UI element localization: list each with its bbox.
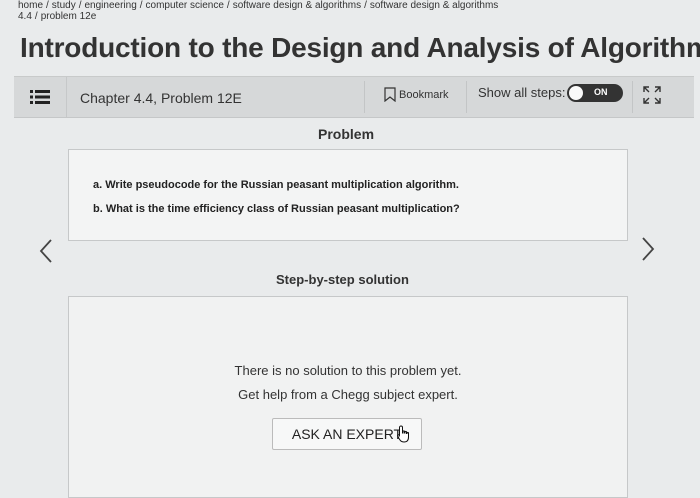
- breadcrumb-sub: 4.4/problem 12e: [18, 11, 97, 22]
- chapter-label: Chapter 4.4, Problem 12E: [80, 90, 242, 106]
- hand-cursor-icon: [397, 425, 409, 443]
- solution-heading: Step-by-step solution: [276, 272, 409, 287]
- problem-line-a: a. Write pseudocode for the Russian peas…: [93, 179, 459, 191]
- page-title: Introduction to the Design and Analysis …: [20, 32, 700, 63]
- solution-box: There is no solution to this problem yet…: [68, 296, 628, 498]
- expert-help-message: Get help from a Chegg subject expert.: [238, 387, 458, 402]
- breadcrumb-problem: problem 12e: [40, 11, 97, 22]
- bookmark-icon: [384, 87, 396, 103]
- breadcrumb: home / study / engineering / computer science /…: [18, 0, 498, 22]
- breadcrumb-software-design[interactable]: software design & algorithms: [233, 0, 361, 11]
- toolbar-divider: [632, 81, 633, 113]
- toolbar: Chapter 4.4, Problem 12E Bookmark Show a…: [14, 76, 694, 118]
- chevron-left-icon[interactable]: [38, 238, 54, 264]
- breadcrumb-path: home / study / engineering / computer science /…: [18, 0, 499, 11]
- breadcrumb-home[interactable]: home: [18, 0, 43, 11]
- ask-an-expert-label: ASK AN EXPERT: [291, 426, 403, 442]
- breadcrumb-chapter[interactable]: 4.4: [18, 11, 32, 22]
- no-solution-message: There is no solution to this problem yet…: [234, 363, 462, 378]
- bookmark-label: Bookmark: [399, 89, 449, 101]
- expand-icon[interactable]: [642, 85, 662, 105]
- toggle-knob: [569, 86, 583, 100]
- breadcrumb-software-design-2[interactable]: software design & algorithms: [370, 0, 498, 11]
- problem-heading: Problem: [318, 126, 375, 142]
- show-all-steps-label: Show all steps:: [478, 85, 566, 100]
- chevron-right-icon[interactable]: [640, 236, 656, 262]
- ask-an-expert-button[interactable]: ASK AN EXPERT: [272, 418, 422, 450]
- problem-box: a. Write pseudocode for the Russian peas…: [68, 149, 628, 241]
- bookmark-button[interactable]: Bookmark: [384, 87, 449, 103]
- menu-button[interactable]: [14, 77, 67, 117]
- toolbar-divider: [364, 81, 365, 113]
- breadcrumb-study[interactable]: study: [52, 0, 76, 11]
- breadcrumb-computer-science[interactable]: computer science: [146, 0, 224, 11]
- problem-line-b: b. What is the time efficiency class of …: [93, 203, 460, 215]
- toggle-state: ON: [594, 87, 608, 97]
- breadcrumb-engineering[interactable]: engineering: [84, 0, 136, 11]
- toolbar-divider: [466, 81, 467, 113]
- list-icon: [30, 90, 50, 104]
- show-all-steps-toggle[interactable]: ON: [567, 84, 623, 102]
